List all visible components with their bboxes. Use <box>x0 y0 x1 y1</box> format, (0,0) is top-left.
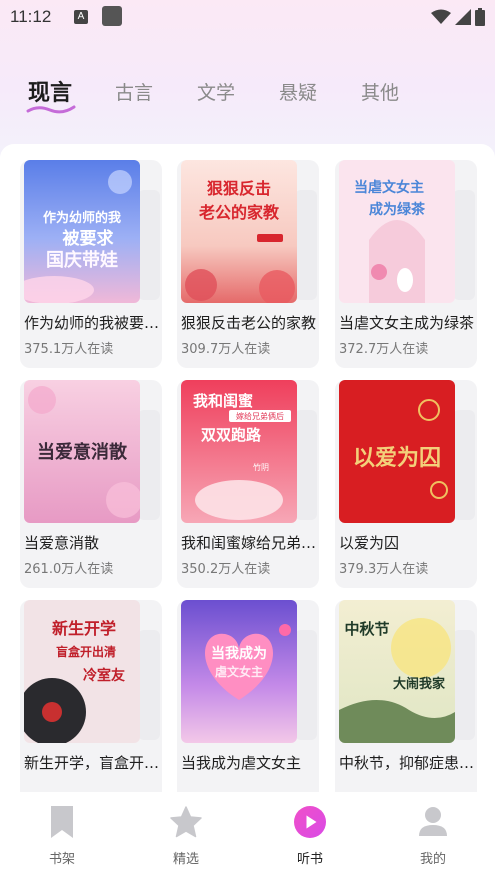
book-card[interactable]: 当虐文女主 成为绿茶 当虐文女主成为绿茶 372.7万人在读 <box>335 160 483 370</box>
category-tabs: 现言 古言 文学 悬疑 其他 <box>0 78 495 122</box>
book-cover[interactable]: 新生开学 盲盒开出清 冷室友 <box>24 600 140 743</box>
nav-featured[interactable]: 精选 <box>146 806 226 867</box>
book-cover[interactable]: 当爱意消散 <box>24 380 140 523</box>
book-cover[interactable]: 作为幼师的我 被要求 国庆带娃 <box>24 160 140 303</box>
cover-text: 大闹我家 <box>393 676 446 692</box>
nav-label: 精选 <box>172 852 199 867</box>
status-time: 11:12 <box>10 7 52 26</box>
cover-text: 我和闺蜜 <box>193 392 253 410</box>
cover-text: 虐文女主 <box>215 664 263 679</box>
book-title: 当我成为虐文女主 <box>181 754 302 772</box>
cover-text: 当爱意消散 <box>37 441 128 463</box>
book-cover[interactable]: 狠狠反击 老公的家教 <box>181 160 297 303</box>
nav-profile[interactable]: 我的 <box>393 806 473 867</box>
book-title: 狠狠反击老公的家教 <box>181 314 317 332</box>
book-card[interactable]: 中秋节 大闹我家 中秋节，抑郁症患者大闹我家 <box>335 600 483 792</box>
cover-text: 国庆带娃 <box>46 249 118 271</box>
book-cover[interactable]: 中秋节 大闹我家 <box>339 600 455 743</box>
book-cover[interactable]: 当虐文女主 成为绿茶 <box>339 160 455 303</box>
book-card[interactable]: 狠狠反击 老公的家教 狠狠反击老公的家教 309.7万人在读 <box>177 160 325 370</box>
card-stack-shadow <box>453 190 475 300</box>
book-card[interactable]: 以爱为囚 以爱为囚 379.3万人在读 <box>335 380 483 590</box>
nav-label: 书架 <box>48 852 75 867</box>
nav-bookshelf[interactable]: 书架 <box>22 806 102 867</box>
book-cover[interactable]: 我和闺蜜 嫁给兄弟俩后 双双跑路 竹阴 <box>181 380 297 523</box>
tab-xuanyi[interactable]: 悬疑 <box>279 78 317 105</box>
book-cover[interactable]: 以爱为囚 <box>339 380 455 523</box>
nav-audiobook[interactable]: 听书 <box>270 806 350 867</box>
tab-active-underline <box>26 105 76 114</box>
cover-text: 狠狠反击 <box>207 179 271 198</box>
cover-text: 当我成为 <box>211 645 267 662</box>
card-stack-shadow <box>138 410 160 520</box>
bottom-nav: 书架 精选 听书 我的 <box>0 792 495 880</box>
card-stack-shadow <box>295 630 317 740</box>
tab-label: 古言 <box>115 82 154 104</box>
tab-label: 其他 <box>361 82 400 104</box>
book-readers: 372.7万人在读 <box>339 342 429 357</box>
book-title: 以爱为囚 <box>339 534 400 552</box>
tab-guyan[interactable]: 古言 <box>115 78 153 105</box>
nav-label: 听书 <box>296 852 323 867</box>
cover-text: 成为绿茶 <box>369 201 426 218</box>
book-title: 新生开学，盲盒开出清冷校草室友 <box>24 754 164 772</box>
book-readers: 309.7万人在读 <box>181 342 271 357</box>
book-card[interactable]: 我和闺蜜 嫁给兄弟俩后 双双跑路 竹阴 我和闺蜜嫁给兄弟俩后双双跑路 350.2… <box>177 380 325 590</box>
tab-xianyan[interactable]: 现言 <box>26 75 76 114</box>
nav-label: 我的 <box>419 852 446 867</box>
book-card[interactable]: 作为幼师的我 被要求 国庆带娃 作为幼师的我被要求国庆带娃 375.1万人在读 <box>20 160 168 370</box>
book-title: 当爱意消散 <box>24 534 100 552</box>
card-stack-shadow <box>453 630 475 740</box>
notification-icon: A <box>74 10 88 24</box>
book-readers: 379.3万人在读 <box>339 562 429 577</box>
book-readers: 261.0万人在读 <box>24 562 114 577</box>
cover-text: 双双跑路 <box>201 426 262 444</box>
cover-text: 竹阴 <box>253 462 269 472</box>
cover-text: 被要求 <box>63 228 114 249</box>
battery-icon <box>475 8 485 26</box>
wifi-icon <box>431 9 451 24</box>
card-stack-shadow <box>453 410 475 520</box>
cover-text: 以爱为囚 <box>353 445 441 471</box>
book-readers: 375.1万人在读 <box>24 342 114 357</box>
cover-text: 当虐文女主 <box>354 179 424 196</box>
user-icon <box>419 807 447 836</box>
card-stack-shadow <box>138 630 160 740</box>
book-card[interactable]: 新生开学 盲盒开出清 冷室友 新生开学，盲盒开出清冷校草室友 <box>20 600 168 792</box>
tab-wenxue[interactable]: 文学 <box>197 78 235 105</box>
tab-qita[interactable]: 其他 <box>361 78 399 105</box>
card-stack-shadow <box>295 410 317 520</box>
book-title: 我和闺蜜嫁给兄弟俩后双双跑路 <box>181 534 321 552</box>
app-notification-icon <box>102 6 122 26</box>
book-card[interactable]: 当我成为 虐文女主 当我成为虐文女主 <box>177 600 325 792</box>
bookmark-icon <box>51 806 73 838</box>
cover-text: 嫁给兄弟俩后 <box>236 411 284 421</box>
book-readers: 350.2万人在读 <box>181 562 271 577</box>
status-bar: 11:12 A <box>0 0 495 34</box>
cover-text: 中秋节 <box>344 620 389 638</box>
play-icon <box>294 806 326 838</box>
book-title: 中秋节，抑郁症患者大闹我家 <box>339 754 479 772</box>
cover-text: 盲盒开出清 <box>56 644 116 659</box>
book-cover[interactable]: 当我成为 虐文女主 <box>181 600 297 743</box>
book-grid: 作为幼师的我 被要求 国庆带娃 作为幼师的我被要求国庆带娃 375.1万人在读 … <box>0 144 495 792</box>
star-icon <box>170 806 202 838</box>
card-stack-shadow <box>295 190 317 300</box>
cover-text: 老公的家教 <box>198 203 280 222</box>
cover-text: 新生开学 <box>52 619 116 638</box>
tab-label: 文学 <box>197 82 236 104</box>
tab-label: 悬疑 <box>279 82 318 104</box>
cover-text: 作为幼师的我 <box>43 210 121 226</box>
book-title: 作为幼师的我被要求国庆带娃 <box>24 314 164 332</box>
book-title: 当虐文女主成为绿茶 <box>339 314 475 332</box>
signal-icon <box>455 9 471 25</box>
cover-text: 冷室友 <box>83 667 125 684</box>
book-card[interactable]: 当爱意消散 当爱意消散 261.0万人在读 <box>20 380 168 590</box>
card-stack-shadow <box>138 190 160 300</box>
